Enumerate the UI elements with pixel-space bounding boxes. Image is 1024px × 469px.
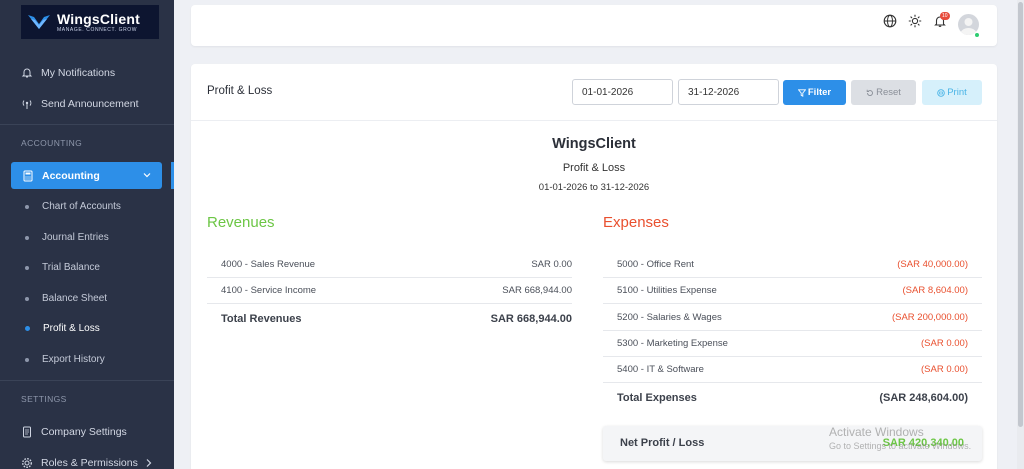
sub-item-label: Balance Sheet [42,293,108,304]
row-divider [207,303,572,304]
bullet-icon [25,357,29,362]
watermark-title: Activate Windows [829,425,924,439]
filter-button[interactable]: Filter [783,80,846,105]
revenue-account: 4100 - Service Income [221,285,317,296]
row-divider [603,303,982,304]
bell-icon [21,67,33,79]
expense-amount: (SAR 8,604.00) [902,285,968,296]
sidebar-item-notifications[interactable]: My Notifications [21,67,115,79]
sub-item-label: Chart of Accounts [42,201,121,212]
broadcast-icon [21,98,33,110]
activation-watermark: Activate Windows Go to Settings to activ… [829,425,971,451]
sidebar-item-export-history[interactable]: Export History [25,354,105,365]
expense-account: 5200 - Salaries & Wages [617,312,722,323]
reset-icon [866,89,874,97]
sub-item-label: Journal Entries [42,232,109,243]
net-profit-label: Net Profit / Loss [620,437,705,449]
brand-tagline: MANAGE. CONNECT. GROW [57,26,138,33]
revenue-account: 4000 - Sales Revenue [221,259,316,270]
online-status-icon [974,32,980,38]
sidebar-item-label: Roles & Permissions [41,457,138,469]
revenues-heading: Revenues [207,214,275,231]
print-button-label: Print [947,87,967,98]
notification-badge: 10 [940,12,950,20]
gear-icon [21,457,33,469]
sidebar-item-balance-sheet[interactable]: Balance Sheet [25,293,107,304]
expense-amount: (SAR 0.00) [921,364,968,375]
row-divider [603,382,982,383]
sidebar-item-company-settings[interactable]: Company Settings [21,426,127,438]
report-name: Profit & Loss [562,162,626,174]
expense-account: 5000 - Office Rent [617,259,694,270]
row-divider [603,277,982,278]
reset-button[interactable]: Reset [851,80,916,105]
expense-amount: (SAR 200,000.00) [891,312,968,323]
watermark-subtitle: Go to Settings to activate Windows. [829,441,972,451]
row-divider [207,277,572,278]
print-button[interactable]: Print [922,80,982,105]
sidebar-item-label: Company Settings [41,426,127,438]
total-expenses-amount: (SAR 248,604.00) [879,392,968,404]
active-indicator [171,162,174,189]
section-label-settings: SETTINGS [21,394,67,404]
bullet-icon [25,326,30,331]
filter-icon [797,88,806,97]
sidebar: WingsClient MANAGE. CONNECT. GROW My Not… [0,0,174,469]
sidebar-item-label: My Notifications [41,67,116,79]
page-title: Profit & Loss [207,85,273,97]
chevron-down-icon [143,173,151,178]
document-icon [21,426,33,438]
calculator-icon [22,170,34,182]
revenue-amount: SAR 0.00 [531,259,572,270]
report-toolbar: Profit & Loss Filter Reset Print [191,64,997,121]
expense-amount: (SAR 0.00) [921,338,968,349]
expense-amount: (SAR 40,000.00) [897,259,968,270]
to-date-input[interactable] [678,79,779,105]
chevron-right-icon [146,459,152,467]
sub-item-label: Export History [42,354,105,365]
filter-button-label: Filter [807,87,832,98]
expenses-heading: Expenses [603,214,669,231]
sidebar-item-label: Accounting [42,169,100,182]
sub-item-label: Trial Balance [42,262,100,273]
bullet-icon [25,296,29,301]
print-icon [937,88,945,97]
revenue-amount: SAR 668,944.00 [502,285,572,296]
total-expenses-label: Total Expenses [617,392,697,404]
reset-button-label: Reset [876,87,901,98]
expense-account: 5300 - Marketing Expense [617,338,728,349]
expense-account: 5100 - Utilities Expense [617,285,717,296]
total-revenues-label: Total Revenues [221,313,302,325]
globe-icon[interactable] [882,13,898,29]
row-divider [603,330,982,331]
sidebar-divider [0,380,174,381]
report-card: Profit & Loss Filter Reset Print WingsCl… [191,64,997,469]
from-date-input[interactable] [572,79,673,105]
sidebar-item-journal-entries[interactable]: Journal Entries [25,232,109,243]
scrollbar-thumb[interactable] [1018,2,1023,427]
top-bar [191,5,997,46]
row-divider [603,356,982,357]
sidebar-item-profit-loss[interactable]: Profit & Loss [25,323,100,334]
total-revenues-amount: SAR 668,944.00 [490,313,572,325]
sidebar-item-accounting[interactable]: Accounting [11,162,162,189]
report-date-range: 01-01-2026 to 31-12-2026 [538,182,650,193]
brand-name: WingsClient [57,10,140,27]
sub-item-label: Profit & Loss [43,323,100,334]
expense-account: 5400 - IT & Software [617,364,704,375]
sidebar-divider [0,124,174,125]
sidebar-item-label: Send Announcement [41,98,139,110]
bullet-icon [25,204,29,209]
brand-logo[interactable]: WingsClient MANAGE. CONNECT. GROW [21,5,159,39]
sidebar-item-chart-of-accounts[interactable]: Chart of Accounts [25,201,121,212]
bullet-icon [25,265,29,270]
bullet-icon [25,235,29,240]
sidebar-item-announcement[interactable]: Send Announcement [21,98,139,110]
sidebar-item-trial-balance[interactable]: Trial Balance [25,262,100,273]
report-company: WingsClient [552,136,636,152]
theme-sun-icon[interactable] [907,13,923,29]
section-label-accounting: ACCOUNTING [21,138,83,148]
wings-logo-icon [28,15,50,29]
sidebar-item-roles-permissions[interactable]: Roles & Permissions [21,457,152,469]
